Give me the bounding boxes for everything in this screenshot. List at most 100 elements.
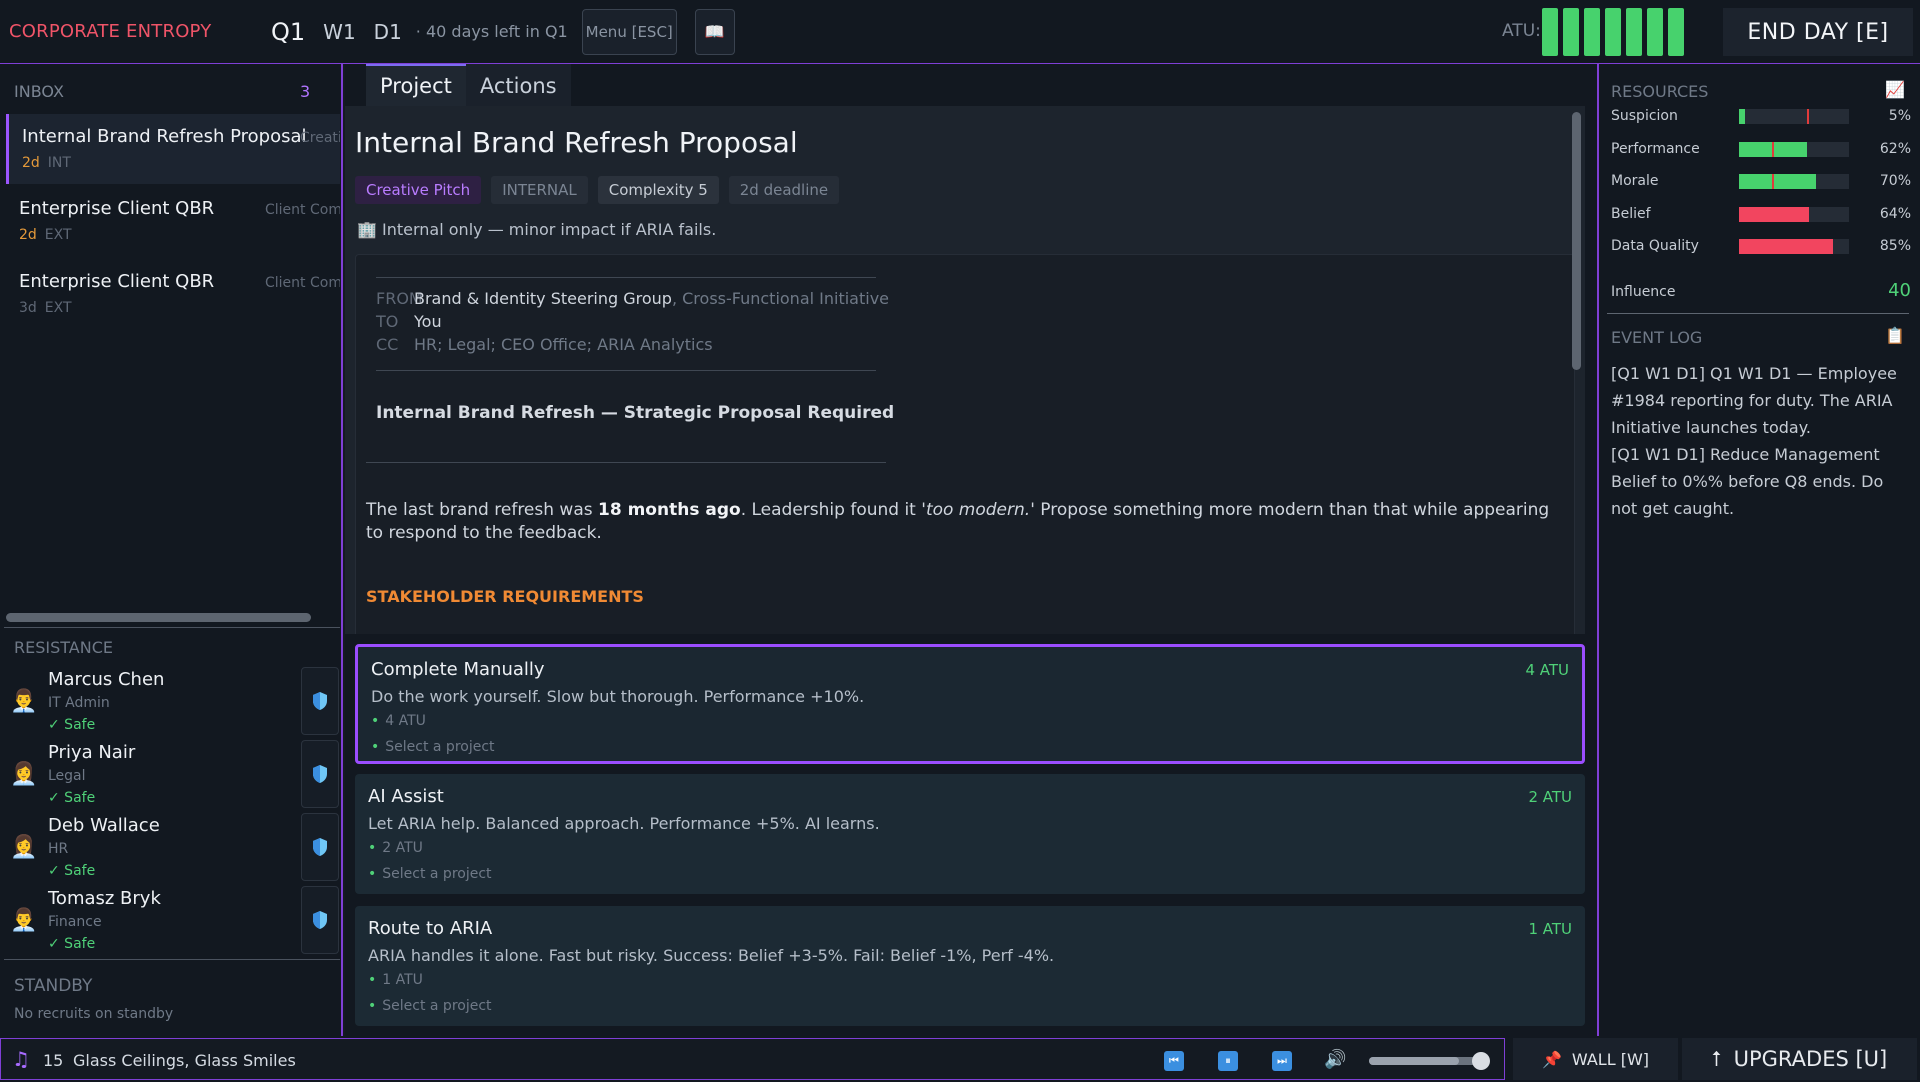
action-description: ARIA handles it alone. Fast but risky. S… bbox=[368, 946, 1055, 965]
memo-divider bbox=[376, 370, 876, 371]
requirement-text: Select a project bbox=[385, 739, 495, 755]
event-log-entry: [Q1 W1 D1] Q1 W1 D1 — Employee #1984 rep… bbox=[1611, 364, 1897, 437]
stat-bar bbox=[1739, 239, 1849, 254]
arrow-up-icon: ⭡ bbox=[1711, 1046, 1722, 1071]
days-left-text: · 40 days left in Q1 bbox=[415, 22, 568, 41]
stat-value: 64% bbox=[1879, 205, 1911, 222]
stat-bar bbox=[1739, 109, 1849, 124]
tab-project[interactable]: Project bbox=[366, 64, 466, 106]
panel-scrollbar[interactable] bbox=[1572, 112, 1581, 370]
inbox-item-meta: 3d EXT bbox=[19, 300, 72, 316]
stat-row-morale: Morale 70% bbox=[1611, 171, 1911, 193]
bullet-icon: • bbox=[368, 972, 377, 988]
event-log-header: EVENT LOG bbox=[1611, 328, 1703, 347]
previous-track-button[interactable]: ⏮ bbox=[1164, 1051, 1184, 1071]
body-text-1: The last brand refresh was bbox=[366, 500, 599, 520]
person-avatar-icon: 👩‍💼 bbox=[10, 835, 38, 860]
resistance-member: 👨‍💼 Marcus Chen IT Admin ✓ Safe bbox=[0, 665, 340, 738]
top-bar: CORPORATE ENTROPY Q1 W1 D1 · 40 days lef… bbox=[0, 0, 1920, 64]
clipboard-icon[interactable]: 📋 bbox=[1885, 326, 1905, 345]
upgrades-button[interactable]: ⭡ UPGRADES [U] bbox=[1682, 1038, 1917, 1080]
action-requirement: • 4 ATU bbox=[371, 713, 426, 729]
stat-name: Performance bbox=[1611, 140, 1700, 157]
to-label: TO bbox=[376, 312, 399, 331]
action-cost: 2 ATU bbox=[1528, 788, 1572, 806]
deadline-chip: 2d deadline bbox=[728, 176, 840, 204]
member-name: Priya Nair bbox=[48, 742, 136, 763]
atu-pip bbox=[1626, 8, 1642, 56]
body-italic: 'too modern.' bbox=[921, 500, 1035, 520]
inbox-item-meta: 2d EXT bbox=[19, 227, 72, 243]
shield-icon bbox=[313, 838, 327, 856]
influence-value: 40 bbox=[1888, 280, 1911, 301]
action-requirement: • 1 ATU bbox=[368, 972, 423, 988]
protect-button[interactable] bbox=[301, 813, 339, 881]
office-icon: 🏢 bbox=[357, 220, 377, 239]
bullet-icon: • bbox=[371, 713, 380, 729]
tab-bar: Project Actions bbox=[366, 64, 571, 106]
atu-pip bbox=[1584, 8, 1600, 56]
inbox-item-category: Client Com bbox=[265, 275, 340, 291]
action-title: Route to ARIA bbox=[368, 918, 493, 939]
menu-button[interactable]: Menu [ESC] bbox=[581, 8, 677, 55]
resistance-member: 👩‍💼 Priya Nair Legal ✓ Safe bbox=[0, 738, 340, 811]
divider bbox=[4, 627, 340, 628]
standby-text: No recruits on standby bbox=[14, 1006, 174, 1022]
volume-fill bbox=[1369, 1057, 1459, 1065]
inbox-header: INBOX bbox=[14, 82, 64, 101]
end-day-button[interactable]: END DAY [E] bbox=[1723, 8, 1913, 56]
track-name: Glass Ceilings, Glass Smiles bbox=[73, 1051, 296, 1070]
person-avatar-icon: 👨‍💼 bbox=[10, 689, 38, 714]
event-log: [Q1 W1 D1] Q1 W1 D1 — Employee #1984 rep… bbox=[1611, 360, 1911, 522]
pause-button[interactable]: ⏸ bbox=[1218, 1051, 1238, 1071]
stakeholder-requirements-heading: STAKEHOLDER REQUIREMENTS bbox=[366, 587, 644, 606]
atu-label: ATU: bbox=[1502, 21, 1541, 41]
protect-button[interactable] bbox=[301, 667, 339, 735]
inbox-item-due: 2d bbox=[19, 227, 37, 243]
atu-pip bbox=[1563, 8, 1579, 56]
tab-actions[interactable]: Actions bbox=[465, 64, 571, 106]
member-role: Legal bbox=[48, 768, 86, 784]
action-route-to-aria[interactable]: Route to ARIA 1 ATU ARIA handles it alon… bbox=[355, 906, 1585, 1026]
member-status: ✓ Safe bbox=[48, 863, 96, 879]
atu-pip bbox=[1542, 8, 1558, 56]
stat-name: Morale bbox=[1611, 173, 1659, 189]
volume-icon[interactable]: 🔊 bbox=[1324, 1049, 1346, 1070]
pin-icon: 📌 bbox=[1541, 1049, 1562, 1069]
requirement-text: 4 ATU bbox=[385, 713, 426, 729]
action-description: Let ARIA help. Balanced approach. Perfor… bbox=[368, 814, 880, 833]
action-cost: 1 ATU bbox=[1528, 920, 1572, 938]
inbox-scrollbar[interactable] bbox=[6, 613, 311, 622]
action-title: AI Assist bbox=[368, 786, 444, 807]
inbox-item-due: 3d bbox=[19, 300, 37, 316]
divider bbox=[1607, 313, 1909, 314]
handbook-button[interactable]: 📖 bbox=[694, 8, 735, 55]
member-status: ✓ Safe bbox=[48, 936, 96, 952]
music-note-icon: ♫ bbox=[12, 1047, 30, 1071]
next-track-button[interactable]: ⏭ bbox=[1272, 1051, 1292, 1071]
wall-button[interactable]: 📌 WALL [W] bbox=[1513, 1038, 1678, 1080]
chart-icon[interactable]: 📈 bbox=[1885, 80, 1905, 99]
action-title: Complete Manually bbox=[371, 659, 545, 680]
inbox-item[interactable]: Enterprise Client QBR Client Com 2d EXT bbox=[6, 186, 340, 256]
protect-button[interactable] bbox=[301, 740, 339, 808]
body-bold: 18 months ago bbox=[598, 500, 741, 520]
cc-label: CC bbox=[376, 335, 399, 354]
member-role: HR bbox=[48, 841, 69, 857]
inbox-item[interactable]: Enterprise Client QBR Client Com 3d EXT bbox=[6, 259, 340, 329]
stat-name: Suspicion bbox=[1611, 108, 1678, 124]
atu-meter bbox=[1542, 8, 1684, 56]
member-status: ✓ Safe bbox=[48, 790, 96, 806]
game-screen: CORPORATE ENTROPY Q1 W1 D1 · 40 days lef… bbox=[0, 0, 1920, 1082]
stat-bar-fill bbox=[1739, 206, 1810, 222]
volume-knob[interactable] bbox=[1472, 1052, 1490, 1070]
inbox-item[interactable]: Internal Brand Refresh Proposal Creati 2… bbox=[6, 114, 340, 184]
volume-slider[interactable] bbox=[1369, 1052, 1490, 1070]
inbox-item-type: EXT bbox=[44, 227, 72, 243]
protect-button[interactable] bbox=[301, 886, 339, 954]
action-ai-assist[interactable]: AI Assist 2 ATU Let ARIA help. Balanced … bbox=[355, 774, 1585, 894]
resistance-header: RESISTANCE bbox=[14, 638, 113, 657]
member-role: IT Admin bbox=[48, 695, 110, 711]
stat-row-performance: Performance 62% bbox=[1611, 139, 1911, 161]
action-complete-manually[interactable]: Complete Manually 4 ATU Do the work your… bbox=[355, 644, 1585, 764]
